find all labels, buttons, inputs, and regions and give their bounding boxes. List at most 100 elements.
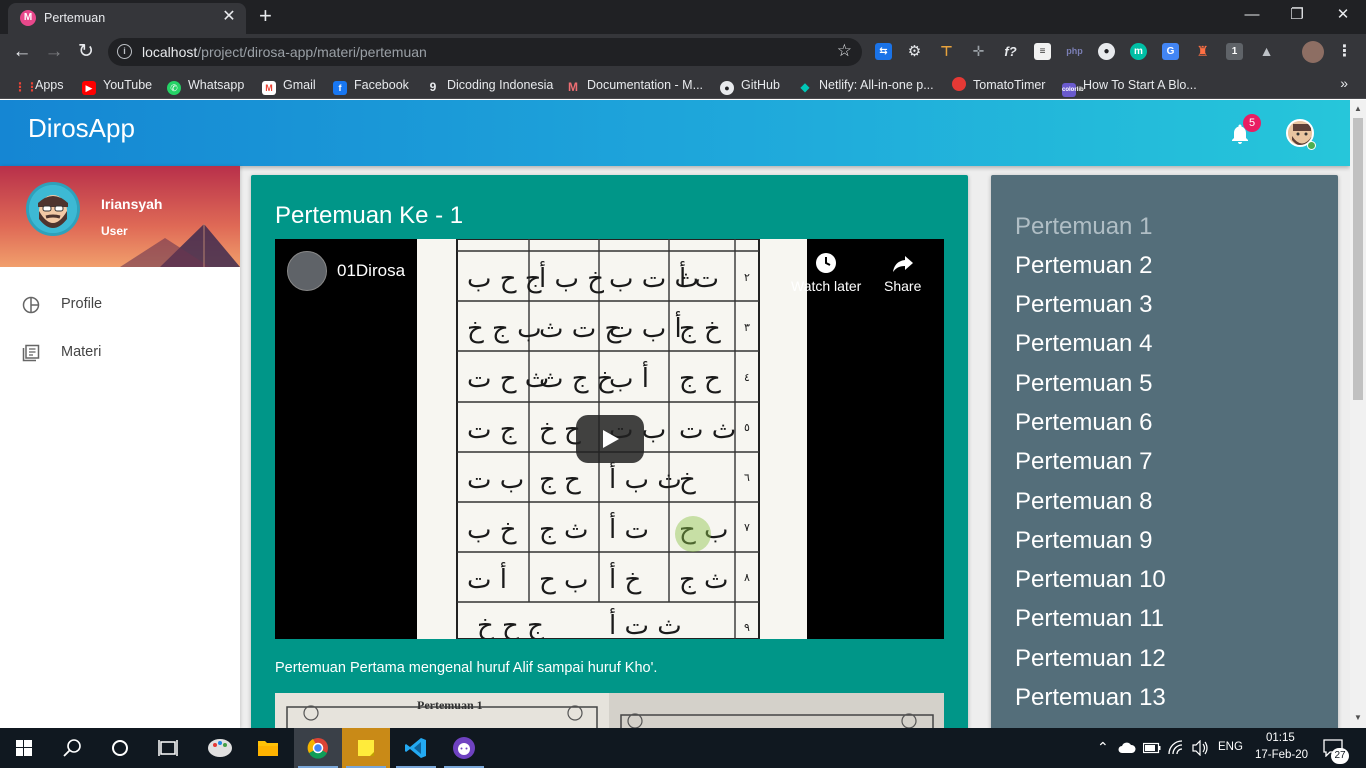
- extension-m-icon[interactable]: m: [1130, 43, 1147, 60]
- extension-formula-icon[interactable]: f?: [1002, 43, 1019, 60]
- url-path: /project/dirosa-app/materi/pertemuan: [197, 44, 427, 60]
- meeting-list-item-6[interactable]: Pertemuan 6: [1015, 409, 1152, 437]
- sidebar-item-profile[interactable]: Profile: [0, 282, 240, 328]
- svg-text:خ ج: خ ج: [679, 314, 721, 344]
- bookmark-netlify[interactable]: ◆ Netlify: All-in-one p...: [798, 76, 933, 94]
- back-button[interactable]: ←: [10, 40, 34, 64]
- input-language[interactable]: ENG: [1218, 741, 1243, 753]
- meeting-description: Pertemuan Pertama mengenal huruf Alif sa…: [275, 660, 658, 676]
- close-window-button[interactable]: ✕: [1321, 4, 1365, 26]
- bookmark-tomatotimer[interactable]: TomatoTimer: [952, 76, 1045, 94]
- app-sidebar: Iriansyah User Profile Materi: [0, 166, 240, 728]
- volume-icon[interactable]: [1191, 740, 1209, 756]
- app-brand[interactable]: DirosApp: [28, 113, 135, 144]
- meeting-list-item-8[interactable]: Pertemuan 8: [1015, 488, 1152, 516]
- bookmark-blog[interactable]: colorlibHow To Start A Blo...: [1062, 76, 1197, 97]
- extension-translate-icon[interactable]: ⇆: [875, 43, 892, 60]
- taskbar-file-explorer[interactable]: [244, 728, 292, 768]
- extension-box-icon[interactable]: 1: [1226, 43, 1243, 60]
- bookmark-apps[interactable]: ⋮⋮Apps: [14, 76, 64, 94]
- restore-button[interactable]: ❐: [1275, 4, 1319, 26]
- meeting-list-item-13[interactable]: Pertemuan 13: [1015, 684, 1166, 712]
- svg-text:خ ب أ: خ ب أ: [539, 260, 604, 294]
- extension-php-icon[interactable]: php: [1066, 43, 1083, 60]
- bookmarks-bar: ⋮⋮Apps ▶ YouTube ✆ Whatsapp M Gmail f Facebo…: [0, 71, 1366, 99]
- meeting-list-item-4[interactable]: Pertemuan 4: [1015, 330, 1152, 358]
- meeting-list-item-10[interactable]: Pertemuan 10: [1015, 566, 1166, 594]
- extension-circle-icon[interactable]: ●: [1098, 43, 1115, 60]
- bookmark-star-icon[interactable]: ☆: [837, 41, 852, 61]
- scroll-up-arrow-icon[interactable]: ▲: [1354, 104, 1362, 113]
- meeting-list-item-3[interactable]: Pertemuan 3: [1015, 291, 1152, 319]
- profile-avatar-icon[interactable]: [1302, 41, 1324, 63]
- svg-text:ح ج: ح ج: [679, 364, 721, 394]
- bookmark-facebook[interactable]: f Facebook: [333, 76, 409, 95]
- battery-icon[interactable]: [1143, 742, 1161, 754]
- browser-menu-icon[interactable]: ⋮: [1336, 43, 1353, 60]
- taskbar-github-desktop[interactable]: [440, 728, 488, 768]
- bookmark-whatsapp[interactable]: ✆ Whatsapp: [167, 76, 244, 95]
- meeting-list-item-12[interactable]: Pertemuan 12: [1015, 645, 1166, 673]
- taskbar-search-button[interactable]: [48, 728, 96, 768]
- taskbar-chrome[interactable]: [294, 728, 342, 768]
- start-button[interactable]: [0, 728, 48, 768]
- meeting-list-item-7[interactable]: Pertemuan 7: [1015, 448, 1152, 476]
- cortana-button[interactable]: [96, 728, 144, 768]
- task-view-button[interactable]: [144, 728, 192, 768]
- video-title[interactable]: 01Dirosa: [337, 261, 405, 281]
- tray-expand-icon[interactable]: ⌃: [1097, 739, 1109, 756]
- minimize-button[interactable]: —: [1230, 4, 1274, 26]
- bookmark-materialize-docs[interactable]: M Documentation - M...: [566, 76, 703, 94]
- url-text[interactable]: localhost/project/dirosa-app/materi/pert…: [142, 44, 427, 60]
- onedrive-cloud-icon[interactable]: [1118, 741, 1136, 755]
- extension-drive-icon[interactable]: ▲: [1258, 43, 1275, 60]
- play-button[interactable]: [576, 415, 644, 463]
- taskbar-sticky-notes[interactable]: [342, 728, 390, 768]
- svg-text:٣: ٣: [744, 321, 750, 334]
- new-tab-button[interactable]: +: [259, 4, 272, 28]
- clock-icon: [816, 253, 837, 273]
- bookmark-github[interactable]: ● GitHub: [720, 76, 780, 95]
- meeting-list-item-1[interactable]: Pertemuan 1: [1015, 213, 1152, 241]
- forward-button[interactable]: →: [42, 40, 66, 64]
- taskbar-paint-app[interactable]: [196, 728, 244, 768]
- user-avatar[interactable]: [26, 182, 80, 236]
- meeting-list-item-5[interactable]: Pertemuan 5: [1015, 370, 1152, 398]
- watch-later-button[interactable]: Watch later: [791, 251, 861, 294]
- meeting-list-item-11[interactable]: Pertemuan 11: [1015, 605, 1164, 633]
- extension-google-translate-icon[interactable]: G: [1162, 43, 1179, 60]
- extension-gear-icon[interactable]: ⚙: [906, 43, 923, 60]
- bookmark-gmail[interactable]: M Gmail: [262, 76, 316, 95]
- page-scrollbar[interactable]: ▲ ▼: [1350, 100, 1366, 728]
- scrollbar-thumb[interactable]: [1353, 118, 1363, 400]
- taskbar-vscode[interactable]: [392, 728, 440, 768]
- tab-close-icon[interactable]: ✕: [220, 8, 238, 26]
- channel-avatar[interactable]: [287, 251, 327, 291]
- extension-ruler-icon[interactable]: ✛: [970, 43, 987, 60]
- site-info-icon[interactable]: i: [117, 44, 132, 59]
- scroll-down-arrow-icon[interactable]: ▼: [1354, 713, 1362, 722]
- extension-notes-icon[interactable]: ≡: [1034, 43, 1051, 60]
- svg-text:خ: خ: [679, 465, 696, 495]
- share-button[interactable]: Share: [884, 251, 921, 294]
- bookmark-dicoding[interactable]: 9 Dicoding Indonesia: [426, 76, 554, 94]
- bookmark-youtube[interactable]: ▶ YouTube: [82, 76, 152, 95]
- user-role: User: [101, 224, 128, 238]
- svg-text:ث ج: ث ج: [539, 515, 589, 545]
- github-icon: ●: [720, 81, 734, 95]
- sidebar-item-materi[interactable]: Materi: [0, 330, 240, 376]
- reload-button[interactable]: ↻: [74, 40, 98, 64]
- extension-eyedropper-icon[interactable]: ⊤: [938, 43, 955, 60]
- extension-rocket-icon[interactable]: ♜: [1194, 43, 1211, 60]
- browser-tab[interactable]: M Pertemuan ✕: [8, 3, 246, 34]
- svg-text:ج ت: ج ت: [467, 415, 517, 445]
- wifi-icon[interactable]: [1168, 740, 1186, 756]
- meeting-list-item-9[interactable]: Pertemuan 9: [1015, 527, 1152, 555]
- meeting-list-item-2[interactable]: Pertemuan 2: [1015, 252, 1152, 280]
- clock-time[interactable]: 01:15: [1266, 732, 1295, 744]
- youtube-video-player[interactable]: ج ح بخ ب أث ت بت أ ب ج خح ت ثأ ب تخ ج ث …: [275, 239, 944, 639]
- clock-date[interactable]: 17-Feb-20: [1255, 749, 1308, 761]
- address-bar[interactable]: i localhost/project/dirosa-app/materi/pe…: [108, 38, 862, 66]
- paint-palette-icon: [208, 739, 232, 757]
- bookmarks-more-button[interactable]: »: [1340, 75, 1348, 91]
